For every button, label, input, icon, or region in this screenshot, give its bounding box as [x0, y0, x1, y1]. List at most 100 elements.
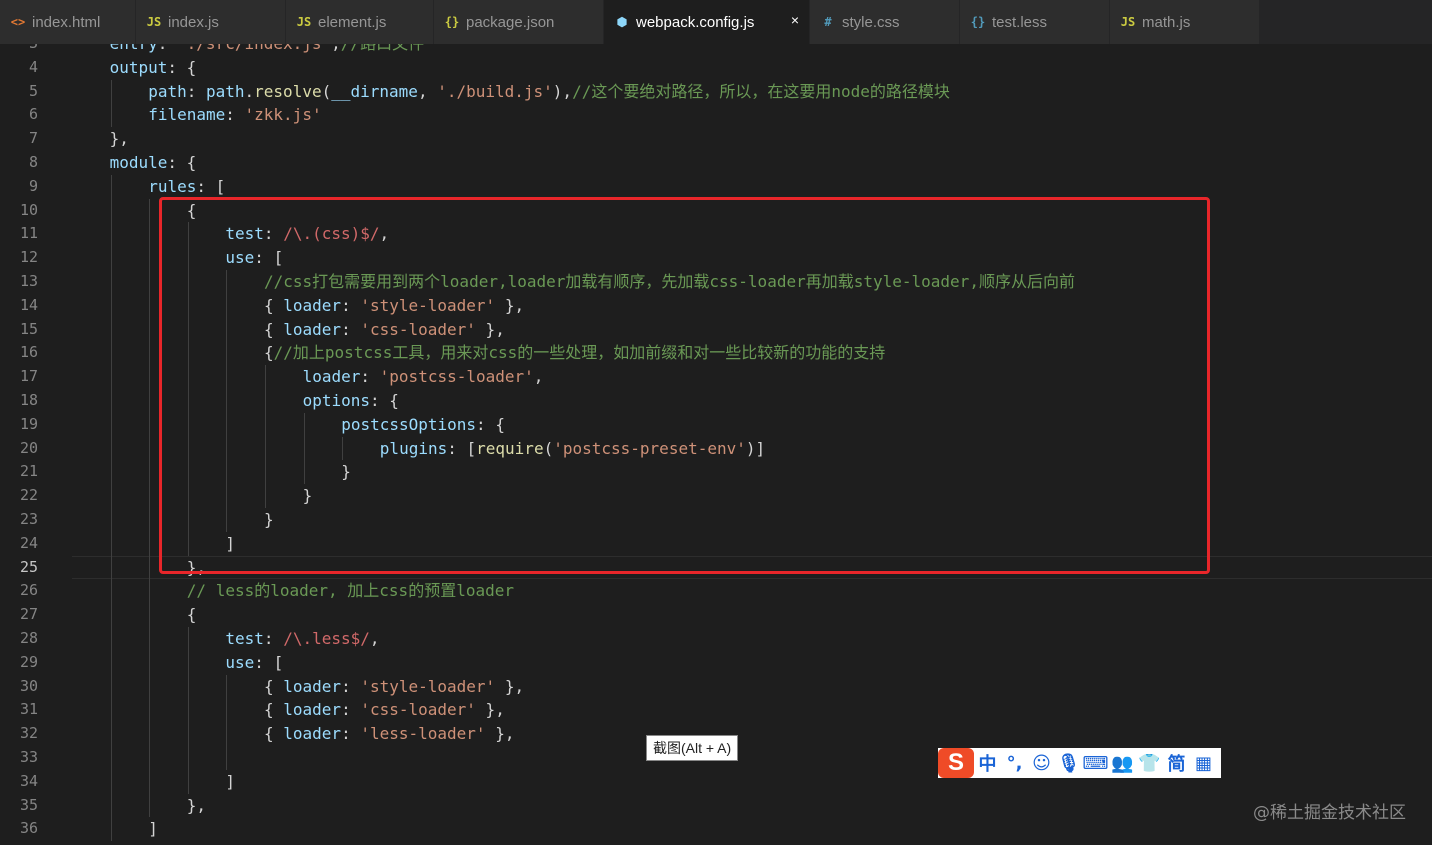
code-line[interactable]: 14 { loader: 'style-loader' },: [0, 293, 1432, 318]
tab-style-css[interactable]: # style.css: [810, 0, 960, 44]
emoji-icon[interactable]: ☺: [1028, 748, 1055, 778]
code-token: :: [263, 224, 284, 244]
code-line[interactable]: 11 test: /\.(css)$/,: [0, 222, 1432, 247]
code-line[interactable]: 10 {: [0, 198, 1432, 223]
code-line[interactable]: 16 {//加上postcss工具，用来对css的一些处理，如加前缀和对一些比较新…: [0, 341, 1432, 366]
indent-guide: [110, 174, 112, 199]
indent-guide: [110, 674, 112, 699]
code-line[interactable]: 12 use: [: [0, 246, 1432, 270]
tab-label: element.js: [318, 13, 387, 31]
toolbox-icon[interactable]: ▦: [1190, 748, 1217, 778]
indent-guide: [149, 555, 151, 580]
code-line[interactable]: 5 path: path.resolve(__dirname, './build.…: [0, 79, 1432, 104]
indent-guide: [149, 745, 151, 770]
code-line[interactable]: 9 rules: [: [0, 174, 1432, 199]
line-number: 17: [19, 367, 38, 386]
code-line[interactable]: 20 plugins: [require('postcss-preset-env'…: [0, 436, 1432, 461]
code-text: use: [: [225, 651, 283, 675]
code-token: : {: [370, 390, 399, 410]
code-line[interactable]: 36]: [0, 817, 1432, 842]
line-number: 11: [19, 224, 38, 243]
line-number: 15: [19, 319, 38, 338]
indent-guide: [110, 698, 112, 723]
code-line[interactable]: 18 options: {: [0, 388, 1432, 413]
code-token: './build.js': [437, 81, 553, 101]
indent-guide: [149, 436, 151, 461]
indent-guide: [110, 817, 112, 842]
code-token: path: [148, 81, 187, 101]
indent-guide: [110, 650, 112, 675]
indent-guide: [226, 460, 228, 485]
indent-guide: [265, 388, 266, 413]
code-line[interactable]: 27 {: [0, 603, 1432, 627]
code-line[interactable]: 28 test: /\.less$/,: [0, 626, 1432, 651]
code-token: (: [543, 438, 554, 458]
code-line[interactable]: 7},: [0, 127, 1432, 151]
indent-guide: [226, 341, 228, 366]
code-line[interactable]: 17 loader: 'postcss-loader',: [0, 365, 1432, 389]
indent-guide: [149, 626, 151, 651]
code-line[interactable]: 15 { loader: 'css-loader' },: [0, 317, 1432, 342]
code-line[interactable]: 19 postcssOptions: {: [0, 412, 1432, 437]
microphone-icon[interactable]: 🎙: [1055, 748, 1082, 778]
code-token: :: [341, 319, 361, 339]
code-text: {//加上postcss工具，用来对css的一些处理，如加前缀和对一些比较新的功…: [264, 341, 885, 365]
code-line[interactable]: 24]: [0, 531, 1432, 556]
code-text: // less的loader, 加上css的预置loader: [187, 579, 514, 603]
code-line[interactable]: 4 output: {: [0, 56, 1432, 80]
code-line[interactable]: 25},: [0, 555, 1432, 580]
tab-index-js[interactable]: JS index.js: [136, 0, 286, 44]
ime-logo-icon[interactable]: S: [938, 748, 974, 778]
tab-package-json[interactable]: {} package.json: [434, 0, 604, 44]
close-tab-icon[interactable]: ×: [791, 12, 799, 28]
indent-guide: [110, 436, 112, 461]
code-text: path: path.resolve(__dirname, './build.j…: [148, 80, 950, 104]
code-text: options: {: [303, 389, 399, 413]
indent-guide: [342, 436, 344, 461]
indent-guide: [149, 460, 151, 485]
chinese-mode-icon[interactable]: 中: [974, 748, 1001, 778]
indent-guide: [149, 269, 151, 294]
indent-guide: [187, 626, 189, 651]
code-line[interactable]: 22}: [0, 484, 1432, 508]
code-line[interactable]: 6 filename: 'zkk.js': [0, 103, 1432, 128]
code-text: rules: [: [148, 175, 225, 199]
code-text: { loader: 'style-loader' },: [264, 675, 524, 699]
simplified-icon[interactable]: 简: [1163, 748, 1190, 778]
indent-guide: [303, 412, 305, 437]
code-line[interactable]: 3 entry: './src/index.js',//路口文件: [0, 44, 1432, 56]
code-line[interactable]: 23}: [0, 507, 1432, 532]
keyboard-icon[interactable]: ⌨: [1082, 748, 1109, 778]
code-editor[interactable]: 3entry: './src/index.js',//路口文件4output: …: [0, 44, 1432, 845]
code-text: }: [264, 508, 274, 532]
punctuation-icon[interactable]: °,: [1001, 748, 1028, 778]
tab-element-js[interactable]: JS element.js: [286, 0, 434, 44]
code-line[interactable]: 8 module: {: [0, 151, 1432, 175]
code-token: },: [186, 557, 207, 577]
indent-guide: [149, 603, 151, 627]
code-line[interactable]: 21}: [0, 460, 1432, 485]
code-line[interactable]: 35},: [0, 793, 1432, 818]
skin-icon[interactable]: 👕: [1136, 748, 1163, 778]
code-line[interactable]: 31 { loader: 'css-loader' },: [0, 698, 1432, 723]
indent-guide: [187, 293, 189, 318]
tab-webpack-config-js[interactable]: ⬢ webpack.config.js ×: [604, 0, 810, 44]
line-number: 8: [28, 152, 38, 171]
code-line[interactable]: 29 use: [: [0, 650, 1432, 675]
indent-guide: [149, 365, 151, 389]
tab-math-js[interactable]: JS math.js: [1110, 0, 1260, 44]
code-line[interactable]: 26 // less的loader, 加上css的预置loader: [0, 579, 1432, 604]
tab-label: index.js: [168, 13, 219, 31]
code-token: ,: [369, 628, 380, 648]
indent-guide: [110, 579, 112, 604]
code-line[interactable]: 13 //css打包需要用到两个loader,loader加载有顺序，先加载css…: [0, 269, 1432, 294]
code-token: //css打包需要用到两个loader,loader加载有顺序，先加载css-l…: [264, 271, 1075, 291]
indent-guide: [187, 484, 189, 508]
code-line[interactable]: 30 { loader: 'style-loader' },: [0, 674, 1432, 699]
tab-test-less[interactable]: {} test.less: [960, 0, 1110, 44]
indent-guide: [226, 269, 228, 294]
line-number: 28: [19, 628, 38, 647]
code-token: /\.(css)$/: [283, 224, 380, 244]
tab-index-html[interactable]: <> index.html: [0, 0, 136, 44]
user-icon[interactable]: 👥: [1109, 748, 1136, 778]
